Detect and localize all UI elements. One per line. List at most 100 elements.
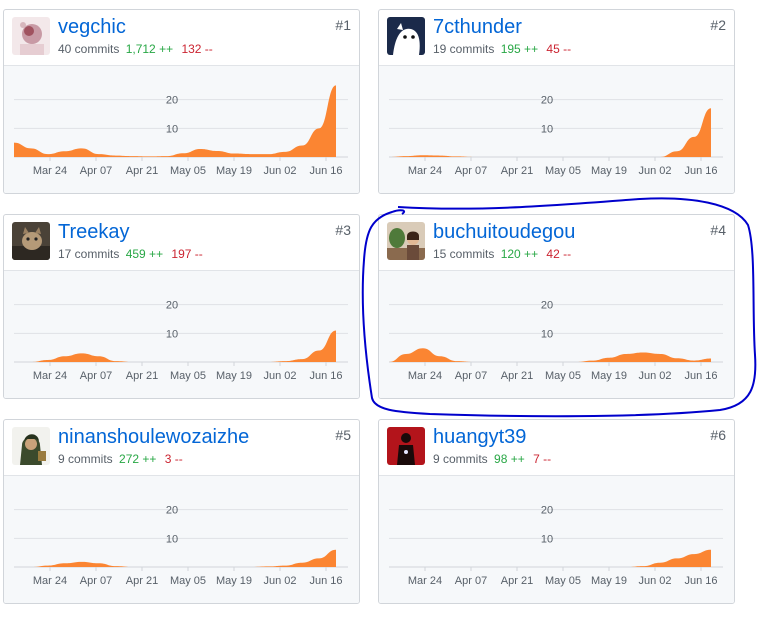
avatar[interactable] [387,427,425,465]
deletions-count: 132 -- [181,42,213,56]
additions-count: 195 ++ [500,42,539,56]
avatar[interactable] [387,17,425,55]
y-tick-label: 20 [541,300,553,312]
contributor-rank: #4 [710,222,726,238]
x-tick-label: Jun 16 [684,165,717,177]
deletions-count: 45 -- [546,42,572,56]
x-tick-label: Jun 16 [684,370,717,382]
contributor-stats: 15 commits 120 ++ 42 -- [433,246,571,262]
x-tick-label: Apr 21 [126,165,158,177]
x-tick-label: Mar 24 [33,165,67,177]
contribution-chart: 10 20 Mar 24 Apr 07 Apr 21 May 05 May 19 Jun 02… [4,270,359,398]
x-tick-label: Jun 02 [263,575,296,587]
commit-count[interactable]: 9 commits [433,452,488,466]
contributor-card: 7cthunder 19 commits 195 ++ 45 -- #2 10 2… [378,9,735,194]
x-tick-label: Apr 07 [455,575,487,587]
x-tick-label: May 19 [591,165,627,177]
contribution-chart: 10 20 Mar 24 Apr 07 Apr 21 May 05 May 19 Jun 02… [379,475,734,603]
avatar[interactable] [12,427,50,465]
contributor-username[interactable]: huangyt39 [433,425,526,449]
contribution-chart: 10 20 Mar 24 Apr 07 Apr 21 May 05 May 19 Jun 02… [379,65,734,193]
contribution-area [14,549,336,567]
contribution-chart-svg: 10 20 Mar 24 Apr 07 Apr 21 May 05 May 19 Jun 02… [389,505,723,587]
x-tick-label: May 05 [545,575,581,587]
additions-count: 120 ++ [500,247,539,261]
contributor-rank: #3 [335,222,351,238]
x-tick-label: May 19 [591,575,627,587]
contributor-card: Treekay 17 commits 459 ++ 197 -- #3 10 20… [3,214,360,399]
y-tick-label: 20 [541,505,553,517]
y-tick-label: 10 [541,328,553,340]
x-tick-label: Jun 02 [638,575,671,587]
commit-count[interactable]: 15 commits [433,247,494,261]
y-tick-label: 20 [166,505,178,517]
contributor-header: Treekay 17 commits 459 ++ 197 -- #3 [4,215,359,270]
contributor-username[interactable]: ninanshoulewozaizhe [58,425,249,449]
contributor-stats: 19 commits 195 ++ 45 -- [433,41,571,57]
y-tick-label: 20 [166,95,178,107]
x-tick-label: Mar 24 [408,575,442,587]
x-tick-label: Jun 16 [309,165,342,177]
contribution-chart: 10 20 Mar 24 Apr 07 Apr 21 May 05 May 19 Jun 02… [4,65,359,193]
contribution-chart: 10 20 Mar 24 Apr 07 Apr 21 May 05 May 19 Jun 02… [4,475,359,603]
contribution-chart-svg: 10 20 Mar 24 Apr 07 Apr 21 May 05 May 19 Jun 02… [14,85,348,177]
contribution-area [389,348,711,362]
x-tick-label: Jun 02 [638,370,671,382]
avatar[interactable] [12,222,50,260]
x-tick-label: May 19 [591,370,627,382]
x-tick-label: May 19 [216,165,252,177]
contributor-username[interactable]: buchuitoudegou [433,220,575,244]
contributor-card: vegchic 40 commits 1,712 ++ 132 -- #1 10… [3,9,360,194]
x-tick-label: Jun 02 [638,165,671,177]
y-tick-label: 10 [166,123,178,135]
contributor-stats: 17 commits 459 ++ 197 -- [58,246,203,262]
contribution-chart-svg: 10 20 Mar 24 Apr 07 Apr 21 May 05 May 19 Jun 02… [14,505,348,587]
contributor-header: buchuitoudegou 15 commits 120 ++ 42 -- #… [379,215,734,270]
deletions-count: 3 -- [164,452,183,466]
contributor-stats: 9 commits 272 ++ 3 -- [58,451,183,467]
commit-count[interactable]: 9 commits [58,452,113,466]
x-tick-label: Apr 21 [126,575,158,587]
y-tick-label: 10 [541,533,553,545]
contributor-username[interactable]: 7cthunder [433,15,522,39]
x-tick-label: Apr 21 [501,165,533,177]
y-tick-label: 20 [541,95,553,107]
x-tick-label: May 19 [216,370,252,382]
contributor-card: ninanshoulewozaizhe 9 commits 272 ++ 3 -… [3,419,360,604]
contribution-chart-svg: 10 20 Mar 24 Apr 07 Apr 21 May 05 May 19 Jun 02… [389,95,723,177]
x-tick-label: May 05 [170,165,206,177]
contributor-rank: #1 [335,17,351,33]
x-tick-label: Apr 07 [80,370,112,382]
contributor-card: huangyt39 9 commits 98 ++ 7 -- #6 10 20 Ma… [378,419,735,604]
x-tick-label: May 05 [170,370,206,382]
x-tick-label: Jun 16 [309,370,342,382]
additions-count: 1,712 ++ [125,42,174,56]
deletions-count: 197 -- [171,247,203,261]
contributor-stats: 9 commits 98 ++ 7 -- [433,451,551,467]
commit-count[interactable]: 40 commits [58,42,119,56]
x-tick-label: Jun 16 [309,575,342,587]
avatar[interactable] [12,17,50,55]
y-tick-label: 10 [166,533,178,545]
contributor-stats: 40 commits 1,712 ++ 132 -- [58,41,213,57]
x-tick-label: Apr 07 [455,165,487,177]
contributor-username[interactable]: vegchic [58,15,126,39]
contribution-chart-svg: 10 20 Mar 24 Apr 07 Apr 21 May 05 May 19 Jun 02… [389,300,723,382]
contributor-header: vegchic 40 commits 1,712 ++ 132 -- #1 [4,10,359,65]
contributor-header: ninanshoulewozaizhe 9 commits 272 ++ 3 -… [4,420,359,475]
x-tick-label: Apr 07 [455,370,487,382]
x-tick-label: Apr 21 [126,370,158,382]
contributor-username[interactable]: Treekay [58,220,130,244]
additions-count: 459 ++ [125,247,164,261]
x-tick-label: Jun 02 [263,370,296,382]
x-tick-label: May 05 [170,575,206,587]
x-tick-label: Mar 24 [408,370,442,382]
x-tick-label: Apr 07 [80,575,112,587]
contributor-card: buchuitoudegou 15 commits 120 ++ 42 -- #… [378,214,735,399]
commit-count[interactable]: 17 commits [58,247,119,261]
contribution-area [389,549,711,567]
x-tick-label: Mar 24 [408,165,442,177]
deletions-count: 7 -- [533,452,552,466]
commit-count[interactable]: 19 commits [433,42,494,56]
avatar[interactable] [387,222,425,260]
